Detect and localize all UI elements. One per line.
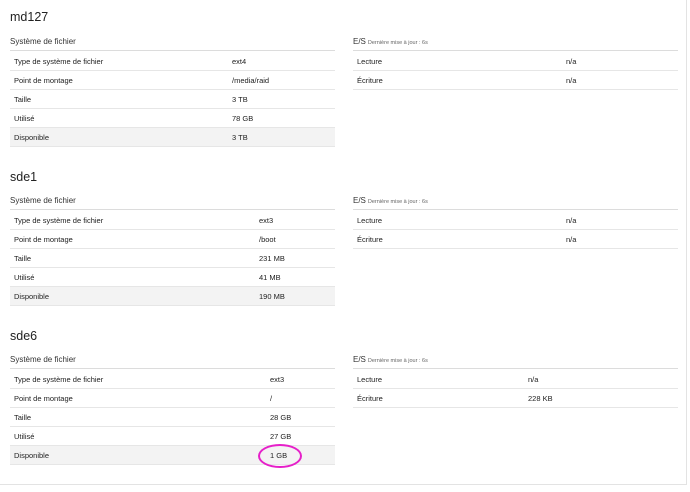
- io-heading: E/S Dernière mise à jour : 6s: [353, 355, 428, 364]
- row-value: 190 MB: [255, 286, 335, 306]
- row-value: ext3: [266, 370, 335, 389]
- io-updated-label: Dernière mise à jour : 6s: [367, 358, 428, 364]
- row-label: Écriture: [353, 229, 562, 249]
- row-value: 228 KB: [524, 388, 678, 408]
- io-heading-label: E/S: [353, 37, 366, 46]
- section-divider: [10, 209, 335, 210]
- table-row: Taille 28 GB: [10, 407, 335, 427]
- row-label: Taille: [10, 89, 228, 109]
- row-value: n/a: [562, 229, 678, 249]
- filesystem-table: Type de système de fichier ext3 Point de …: [10, 211, 335, 306]
- row-label: Disponible: [10, 127, 228, 147]
- row-label: Type de système de fichier: [10, 211, 255, 230]
- row-label: Lecture: [353, 370, 524, 389]
- io-heading: E/S Dernière mise à jour : 6s: [353, 37, 428, 46]
- row-value: n/a: [562, 211, 678, 230]
- io-heading-label: E/S: [353, 196, 366, 205]
- io-heading-label: E/S: [353, 355, 366, 364]
- table-row: Utilisé 41 MB: [10, 267, 335, 287]
- row-label: Point de montage: [10, 70, 228, 90]
- table-row: Utilisé 27 GB: [10, 426, 335, 446]
- row-label: Point de montage: [10, 388, 266, 408]
- row-label: Utilisé: [10, 108, 228, 128]
- row-value: ext4: [228, 52, 335, 71]
- row-label: Taille: [10, 248, 255, 268]
- table-row: Écriture 228 KB: [353, 388, 678, 408]
- row-label: Écriture: [353, 388, 524, 408]
- table-row: Lecture n/a: [353, 52, 678, 71]
- filesystem-heading: Système de fichier: [10, 355, 76, 364]
- row-label: Écriture: [353, 70, 562, 90]
- row-value: 28 GB: [266, 407, 335, 427]
- section-divider: [353, 50, 678, 51]
- row-value: n/a: [524, 370, 678, 389]
- row-value: /media/raid: [228, 70, 335, 90]
- row-label: Utilisé: [10, 426, 266, 446]
- io-updated-label: Dernière mise à jour : 6s: [367, 40, 428, 46]
- table-row: Lecture n/a: [353, 370, 678, 389]
- table-row: Point de montage /: [10, 388, 335, 408]
- row-label: Taille: [10, 407, 266, 427]
- table-row: Point de montage/media/raid: [10, 70, 335, 90]
- table-row: Taille 231 MB: [10, 248, 335, 268]
- table-row: Type de système de fichier ext3: [10, 370, 335, 389]
- row-value: 78 GB: [228, 108, 335, 128]
- table-row: Lecture n/a: [353, 211, 678, 230]
- row-label: Type de système de fichier: [10, 52, 228, 71]
- table-row: Type de système de fichier ext4: [10, 52, 335, 71]
- io-heading: E/S Dernière mise à jour : 6s: [353, 196, 428, 205]
- io-table: Lecture n/a Écriture 228 KB: [353, 370, 678, 408]
- section-divider: [10, 368, 335, 369]
- row-value: ext3: [255, 211, 335, 230]
- row-value: 231 MB: [255, 248, 335, 268]
- filesystem-heading: Système de fichier: [10, 37, 76, 46]
- row-value: 3 TB: [228, 127, 335, 147]
- row-label: Lecture: [353, 52, 562, 71]
- row-value: 27 GB: [266, 426, 335, 446]
- table-row: Écriture n/a: [353, 229, 678, 249]
- row-value: 3 TB: [228, 89, 335, 109]
- table-row: Écriture n/a: [353, 70, 678, 90]
- table-row: Point de montage/boot: [10, 229, 335, 249]
- row-label: Disponible: [10, 286, 255, 306]
- io-updated-label: Dernière mise à jour : 6s: [367, 199, 428, 205]
- row-value: 41 MB: [255, 267, 335, 287]
- table-row: Utilisé 78 GB: [10, 108, 335, 128]
- table-row: Type de système de fichier ext3: [10, 211, 335, 230]
- row-value: /boot: [255, 229, 335, 249]
- table-row: Disponible 3 TB: [10, 127, 335, 147]
- filesystem-heading: Système de fichier: [10, 196, 76, 205]
- io-table: Lecture n/a Écriture n/a: [353, 211, 678, 249]
- filesystem-table: Type de système de fichier ext4 Point de …: [10, 52, 335, 147]
- disk-title: md127: [10, 10, 49, 24]
- row-value: n/a: [562, 52, 678, 71]
- row-value: n/a: [562, 70, 678, 90]
- io-table: Lecture n/a Écriture n/a: [353, 52, 678, 90]
- row-value: /: [266, 388, 335, 408]
- row-label: Type de système de fichier: [10, 370, 266, 389]
- disk-title: sde1: [10, 170, 38, 184]
- section-divider: [353, 209, 678, 210]
- disk-title: sde6: [10, 329, 38, 343]
- table-row: Disponible 190 MB: [10, 286, 335, 306]
- table-row: Taille 3 TB: [10, 89, 335, 109]
- row-label: Utilisé: [10, 267, 255, 287]
- section-divider: [353, 368, 678, 369]
- section-divider: [10, 50, 335, 51]
- row-label: Point de montage: [10, 229, 255, 249]
- row-label: Lecture: [353, 211, 562, 230]
- highlight-circle-annotation: [258, 444, 302, 468]
- row-label: Disponible: [10, 445, 266, 465]
